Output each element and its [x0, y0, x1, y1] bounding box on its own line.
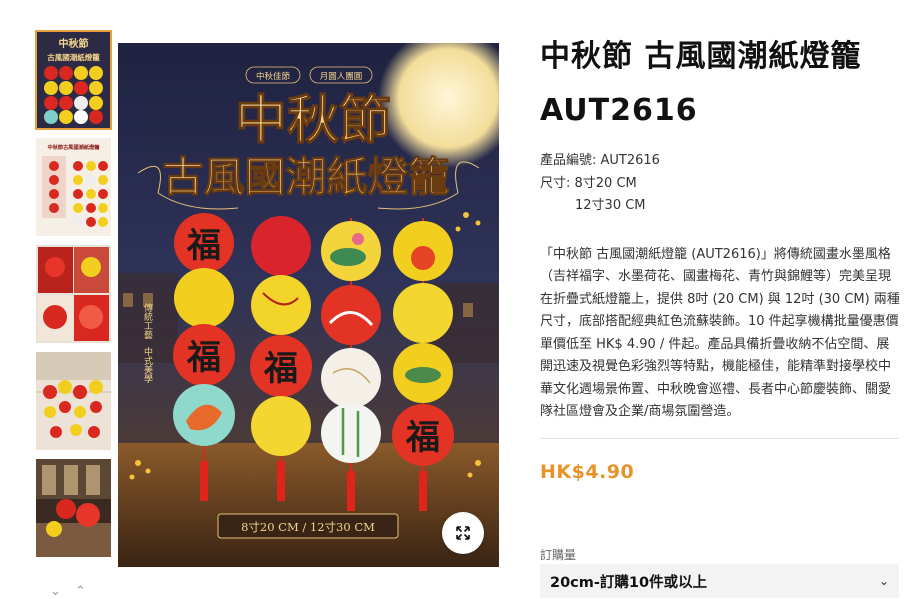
headline-1: 中秋節	[235, 90, 391, 151]
product-code: 產品編號: AUT2616	[540, 153, 660, 168]
lantern	[321, 403, 381, 463]
divider	[540, 437, 899, 439]
quantity-label: 訂購量	[540, 548, 577, 562]
thumbnail-4[interactable]	[36, 352, 111, 450]
product-title: 中秋節 古風國潮紙燈籠 AUT2616	[540, 39, 862, 128]
lantern	[393, 283, 453, 343]
thumbnail-nav: ⌄ ⌃	[50, 585, 86, 599]
product-description: 「中秋節 古風國潮紙燈籠 (AUT2616)」將傳統國畫水墨風格（吉祥福字、水墨…	[540, 246, 900, 420]
thumbnail-1[interactable]: 中秋節 古風國潮紙燈籠	[35, 30, 112, 130]
thumbnail-5[interactable]	[36, 459, 111, 557]
lantern	[251, 216, 311, 276]
lantern-fu-3: 福	[263, 349, 298, 389]
thumbnail-2[interactable]: 中秋節古風國潮紙燈籠	[36, 138, 111, 236]
thumb-title-2: 古風國潮紙燈籠	[47, 52, 100, 62]
headline-2: 古風國潮紙燈籠	[163, 153, 450, 201]
product-meta: 產品編號: AUT2616 尺寸: 8寸20 CM 12寸30 CM	[540, 150, 900, 218]
bottom-caption: 8寸20 CM / 12寸30 CM	[217, 513, 399, 539]
select-chevron-down-icon: ⌄	[878, 574, 889, 588]
lantern	[321, 348, 381, 408]
zoom-button[interactable]	[442, 512, 484, 554]
thumbnail-3[interactable]	[36, 245, 111, 343]
quantity-select[interactable]: 20cm-訂購10件或以上 ⌄	[540, 564, 899, 598]
side-text-2: 中式美學	[142, 346, 153, 384]
caption-text: 8寸20 CM / 12寸30 CM	[241, 520, 375, 534]
side-text-1: 傳統工藝	[142, 302, 153, 340]
lantern	[174, 268, 234, 328]
thumb-title-1: 中秋節	[59, 37, 89, 50]
lantern-fu-2: 福	[186, 338, 221, 378]
product-size-2: 12寸30 CM	[575, 198, 646, 213]
lantern	[251, 396, 311, 456]
chevron-up-icon[interactable]: ⌃	[75, 585, 86, 599]
lantern	[321, 285, 381, 345]
lantern-fu-4: 福	[405, 418, 440, 458]
thumb-title-3: 中秋節古風國潮紙燈籠	[48, 143, 101, 151]
main-product-image[interactable]: 中秋佳節 月圓人團圓 中秋節 古風國潮紙燈籠 傳統工藝 中式美學 福 福 福 福…	[118, 43, 499, 567]
tag-left: 中秋佳節	[256, 71, 291, 82]
lantern-fu-1: 福	[186, 226, 221, 266]
product-price: HK$4.90	[540, 460, 635, 483]
product-size-1: 尺寸: 8寸20 CM	[540, 175, 637, 191]
product-details: 中秋節 古風國潮紙燈籠 AUT2616 產品編號: AUT2616 尺寸: 8寸…	[540, 30, 900, 483]
chevron-down-icon[interactable]: ⌄	[50, 585, 61, 599]
tag-right: 月圓人團圓	[320, 72, 363, 82]
expand-arrows-icon	[456, 526, 470, 540]
thumbnail-list: 中秋節 古風國潮紙燈籠 中秋節古風國潮紙燈籠	[35, 30, 112, 566]
quantity-selected-value: 20cm-訂購10件或以上	[550, 574, 708, 591]
